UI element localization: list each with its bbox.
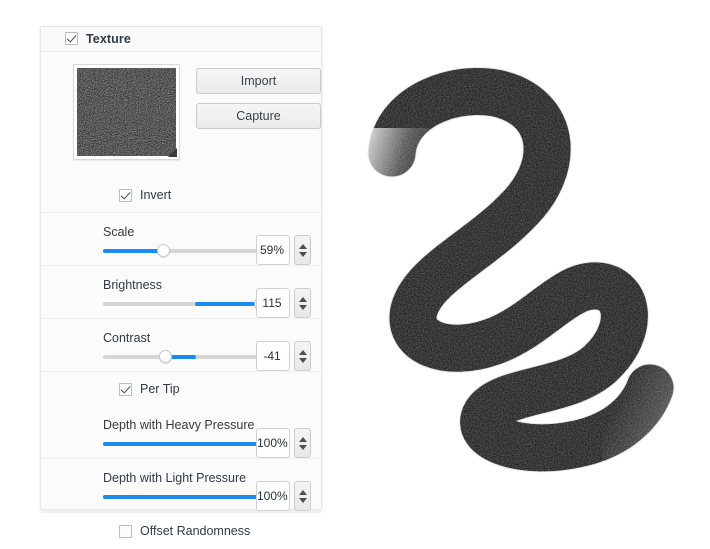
offset-randomness-checkbox[interactable] [119,524,132,538]
texture-action-buttons: Import Capture [196,64,321,178]
per-tip-label: Per Tip [140,382,180,396]
thumbnail-corner-indicator[interactable] [168,148,177,157]
contrast-slider-handle[interactable] [158,350,172,363]
contrast-label: Contrast [103,331,151,345]
import-button[interactable]: Import [196,68,321,94]
triangle-up-icon[interactable] [298,436,307,442]
brightness-label: Brightness [103,278,163,292]
page-title: Texture [86,31,131,46]
texture-enable-checkbox[interactable] [65,32,78,45]
invert-row[interactable]: Invert [41,178,321,213]
scale-stepper[interactable] [294,235,311,265]
scale-value-group: 59% [256,235,311,265]
invert-label: Invert [140,188,172,202]
depth-heavy-value-input[interactable]: 100% [256,428,290,458]
depth-heavy-stepper[interactable] [294,428,311,458]
triangle-down-icon[interactable] [298,251,307,257]
triangle-down-icon[interactable] [298,497,307,503]
triangle-down-icon[interactable] [298,357,307,363]
slider-row-depth-light: Depth with Light Pressure 100% [41,459,321,512]
triangle-down-icon[interactable] [298,304,307,310]
brightness-stepper[interactable] [294,288,311,318]
depth-light-value-input[interactable]: 100% [256,481,290,511]
triangle-up-icon[interactable] [298,243,307,249]
texture-source-row: Import Capture [41,52,321,178]
offset-randomness-row[interactable]: Offset Randomness [41,512,321,549]
triangle-up-icon[interactable] [298,349,307,355]
slider-row-depth-heavy: Depth with Heavy Pressure 100% [41,406,321,459]
contrast-stepper[interactable] [294,341,311,371]
triangle-up-icon[interactable] [298,489,307,495]
depth-heavy-track-fill [103,442,279,446]
brightness-value-group: 115 [256,288,311,318]
texture-noise-image [77,68,176,156]
scale-label: Scale [103,225,135,239]
depth-heavy-value-group: 100% [256,428,311,458]
depth-light-track-fill [103,495,279,499]
contrast-value-group: -41 [256,341,311,371]
brush-stroke-preview [352,58,700,482]
invert-checkbox[interactable] [119,188,132,202]
brightness-track-fill [194,302,261,306]
depth-light-label: Depth with Light Pressure [103,471,247,485]
triangle-down-icon[interactable] [298,444,307,450]
slider-row-contrast: Contrast -41 [41,319,321,372]
per-tip-row[interactable]: Per Tip [41,372,321,406]
scale-slider-handle[interactable] [156,244,170,257]
slider-row-brightness: Brightness 115 [41,266,321,319]
contrast-value-input[interactable]: -41 [256,341,290,371]
offset-randomness-label: Offset Randomness [140,524,251,538]
capture-button[interactable]: Capture [196,103,321,129]
slider-row-scale: Scale 59% [41,213,321,266]
depth-light-value-group: 100% [256,481,311,511]
texture-preview-thumbnail[interactable] [73,64,180,160]
scale-track-fill [103,249,164,253]
brightness-value-input[interactable]: 115 [256,288,290,318]
per-tip-checkbox[interactable] [119,382,132,396]
texture-settings-panel: Texture Import Capture Invert Scale 59% … [40,26,322,538]
depth-light-stepper[interactable] [294,481,311,511]
scale-value-input[interactable]: 59% [256,235,290,265]
triangle-up-icon[interactable] [298,296,307,302]
depth-heavy-label: Depth with Heavy Pressure [103,418,255,432]
panel-header[interactable]: Texture [41,26,321,52]
